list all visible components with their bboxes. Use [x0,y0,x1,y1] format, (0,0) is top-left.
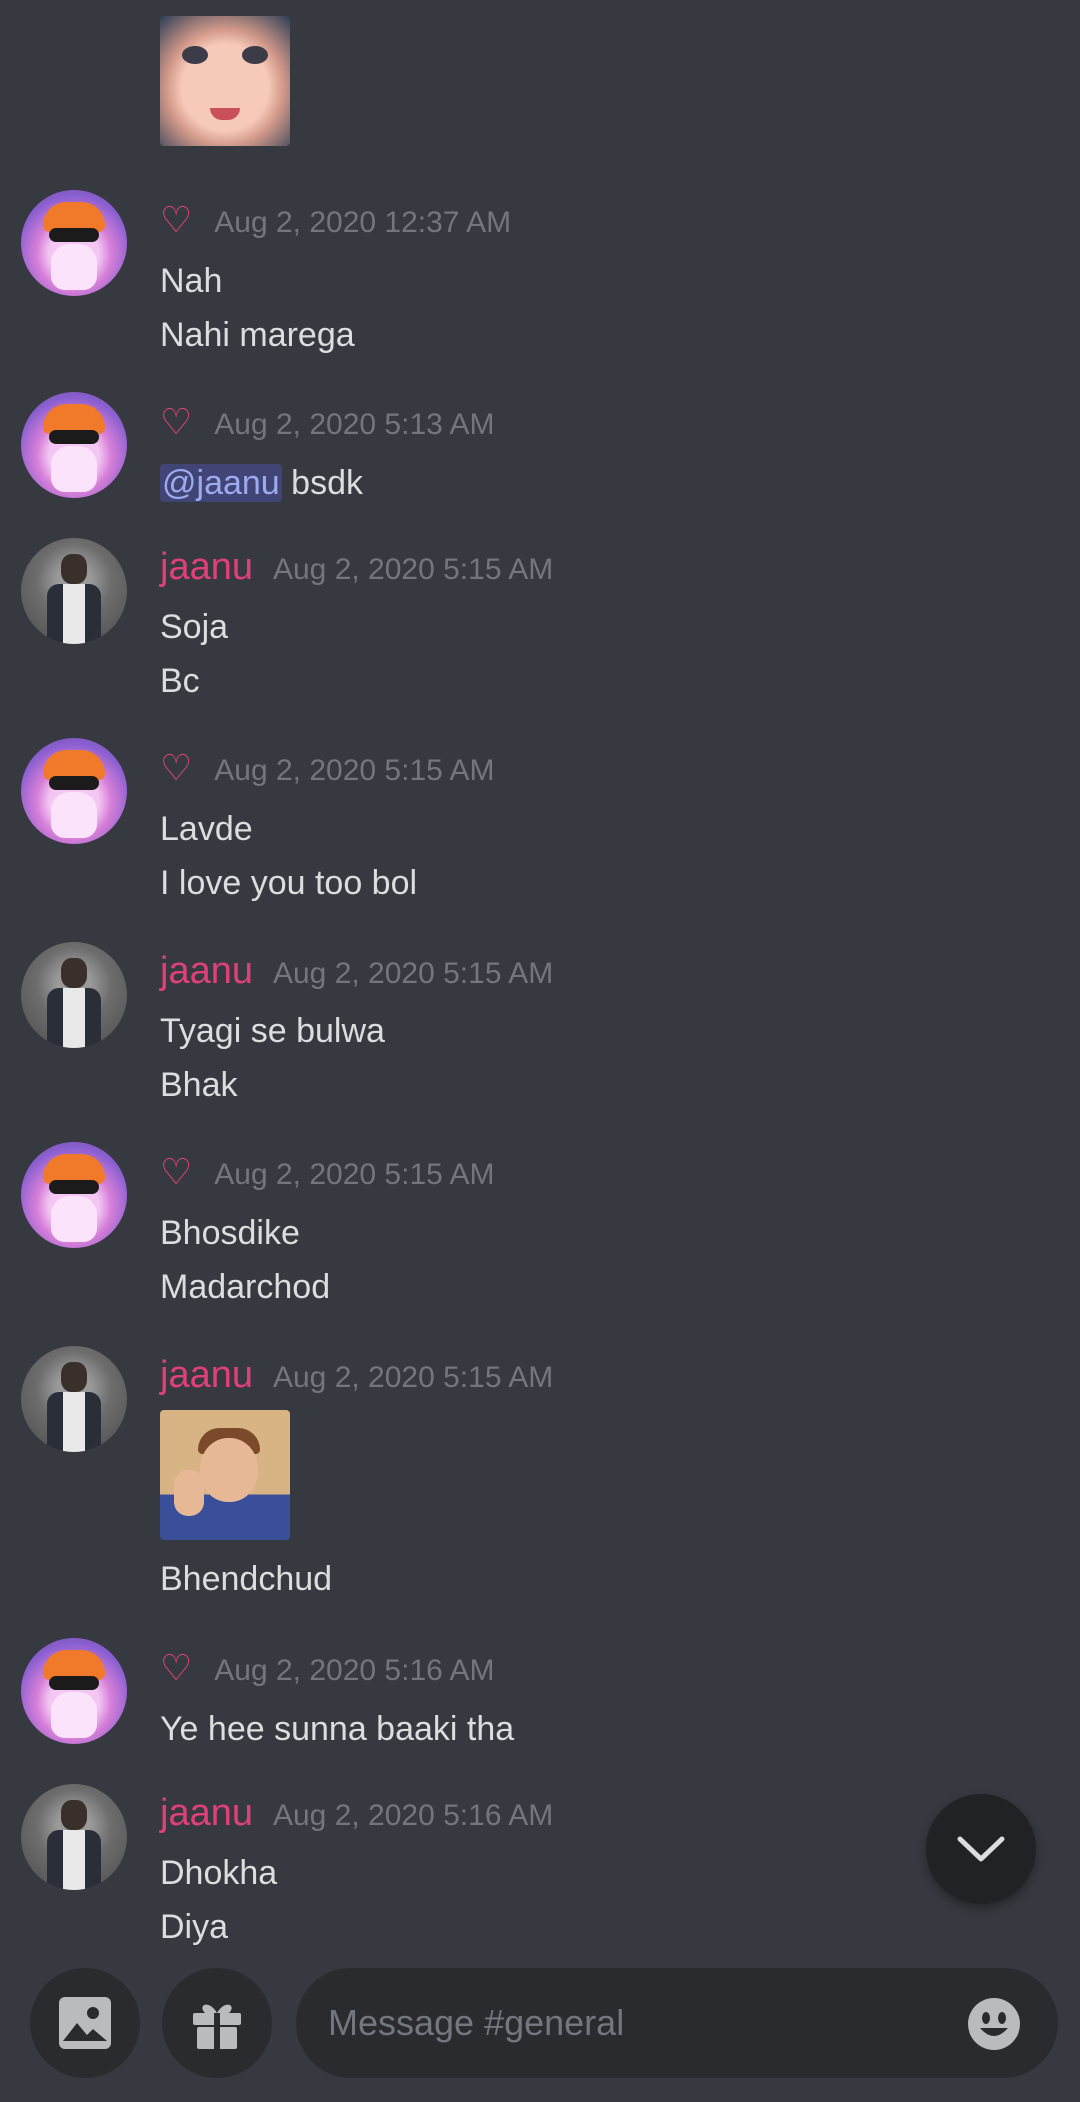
timestamp: Aug 2, 2020 5:15 AM [214,754,495,787]
avatar[interactable] [21,942,127,1048]
message-text: Nahi marega [160,316,355,354]
emoji-icon[interactable] [966,1996,1022,2052]
avatar[interactable] [21,1142,127,1248]
timestamp: Aug 2, 2020 5:16 AM [272,1799,554,1832]
message-text: Nah [160,262,223,300]
username-heart[interactable]: ♡ [160,1648,192,1689]
image-attachment[interactable] [160,16,290,146]
message-header: jaanu Aug 2, 2020 5:15 AM [160,1354,553,1397]
message-text: Bhendchud [160,1560,333,1598]
message-text: @jaanu bsdk [160,464,363,503]
timestamp: Aug 2, 2020 5:13 AM [214,408,495,441]
username-heart[interactable]: ♡ [160,402,192,443]
message-text: I love you too bol [160,864,418,902]
username-heart[interactable]: ♡ [160,748,192,789]
timestamp: Aug 2, 2020 5:15 AM [272,553,554,586]
avatar[interactable] [21,392,127,498]
avatar[interactable] [21,1346,127,1452]
message-text: Ye hee sunna baaki tha [160,1710,515,1748]
scroll-to-bottom-button[interactable] [926,1794,1036,1904]
message-text: Madarchod [160,1268,331,1306]
avatar[interactable] [21,1638,127,1744]
gift-icon [193,2004,241,2049]
timestamp: Aug 2, 2020 12:37 AM [214,206,512,239]
gift-button[interactable] [162,1968,272,2078]
timestamp: Aug 2, 2020 5:16 AM [214,1654,495,1687]
avatar[interactable] [21,538,127,644]
message-input[interactable]: Message #general [296,1968,1058,2078]
timestamp: Aug 2, 2020 5:15 AM [214,1158,495,1191]
message-text: Lavde [160,810,253,848]
message-text-after-mention: bsdk [291,464,363,502]
message-header: ♡ Aug 2, 2020 12:37 AM [160,200,511,241]
message-header: ♡ Aug 2, 2020 5:13 AM [160,402,495,443]
timestamp: Aug 2, 2020 5:15 AM [272,1361,554,1394]
message-header: ♡ Aug 2, 2020 5:16 AM [160,1648,495,1689]
message-text: Bhosdike [160,1214,300,1252]
username[interactable]: jaanu [160,546,253,589]
user-mention[interactable]: @jaanu [160,464,282,502]
avatar[interactable] [21,738,127,844]
message-list[interactable]: ♡ Aug 2, 2020 12:37 AM Nah Nahi marega ♡… [0,0,1080,1960]
message-text: Diya [160,1908,229,1946]
username-heart[interactable]: ♡ [160,200,192,241]
message-header: jaanu Aug 2, 2020 5:15 AM [160,546,553,589]
image-icon [59,1997,111,2049]
attach-image-button[interactable] [30,1968,140,2078]
message-text: Bc [160,662,200,700]
message-text: Dhokha [160,1854,278,1892]
avatar[interactable] [21,1784,127,1890]
chevron-down-icon [957,1836,1005,1862]
username[interactable]: jaanu [160,950,253,993]
message-text: Soja [160,608,229,646]
username[interactable]: jaanu [160,1354,253,1397]
message-header: jaanu Aug 2, 2020 5:16 AM [160,1792,553,1835]
avatar[interactable] [21,190,127,296]
message-text: Bhak [160,1066,238,1104]
message-input-placeholder: Message #general [328,2002,625,2043]
message-header: ♡ Aug 2, 2020 5:15 AM [160,1152,495,1193]
message-header: ♡ Aug 2, 2020 5:15 AM [160,748,495,789]
username-heart[interactable]: ♡ [160,1152,192,1193]
message-header: jaanu Aug 2, 2020 5:15 AM [160,950,553,993]
message-text: Tyagi se bulwa [160,1012,385,1050]
username[interactable]: jaanu [160,1792,253,1835]
timestamp: Aug 2, 2020 5:15 AM [272,957,554,990]
image-attachment[interactable] [160,1410,290,1540]
